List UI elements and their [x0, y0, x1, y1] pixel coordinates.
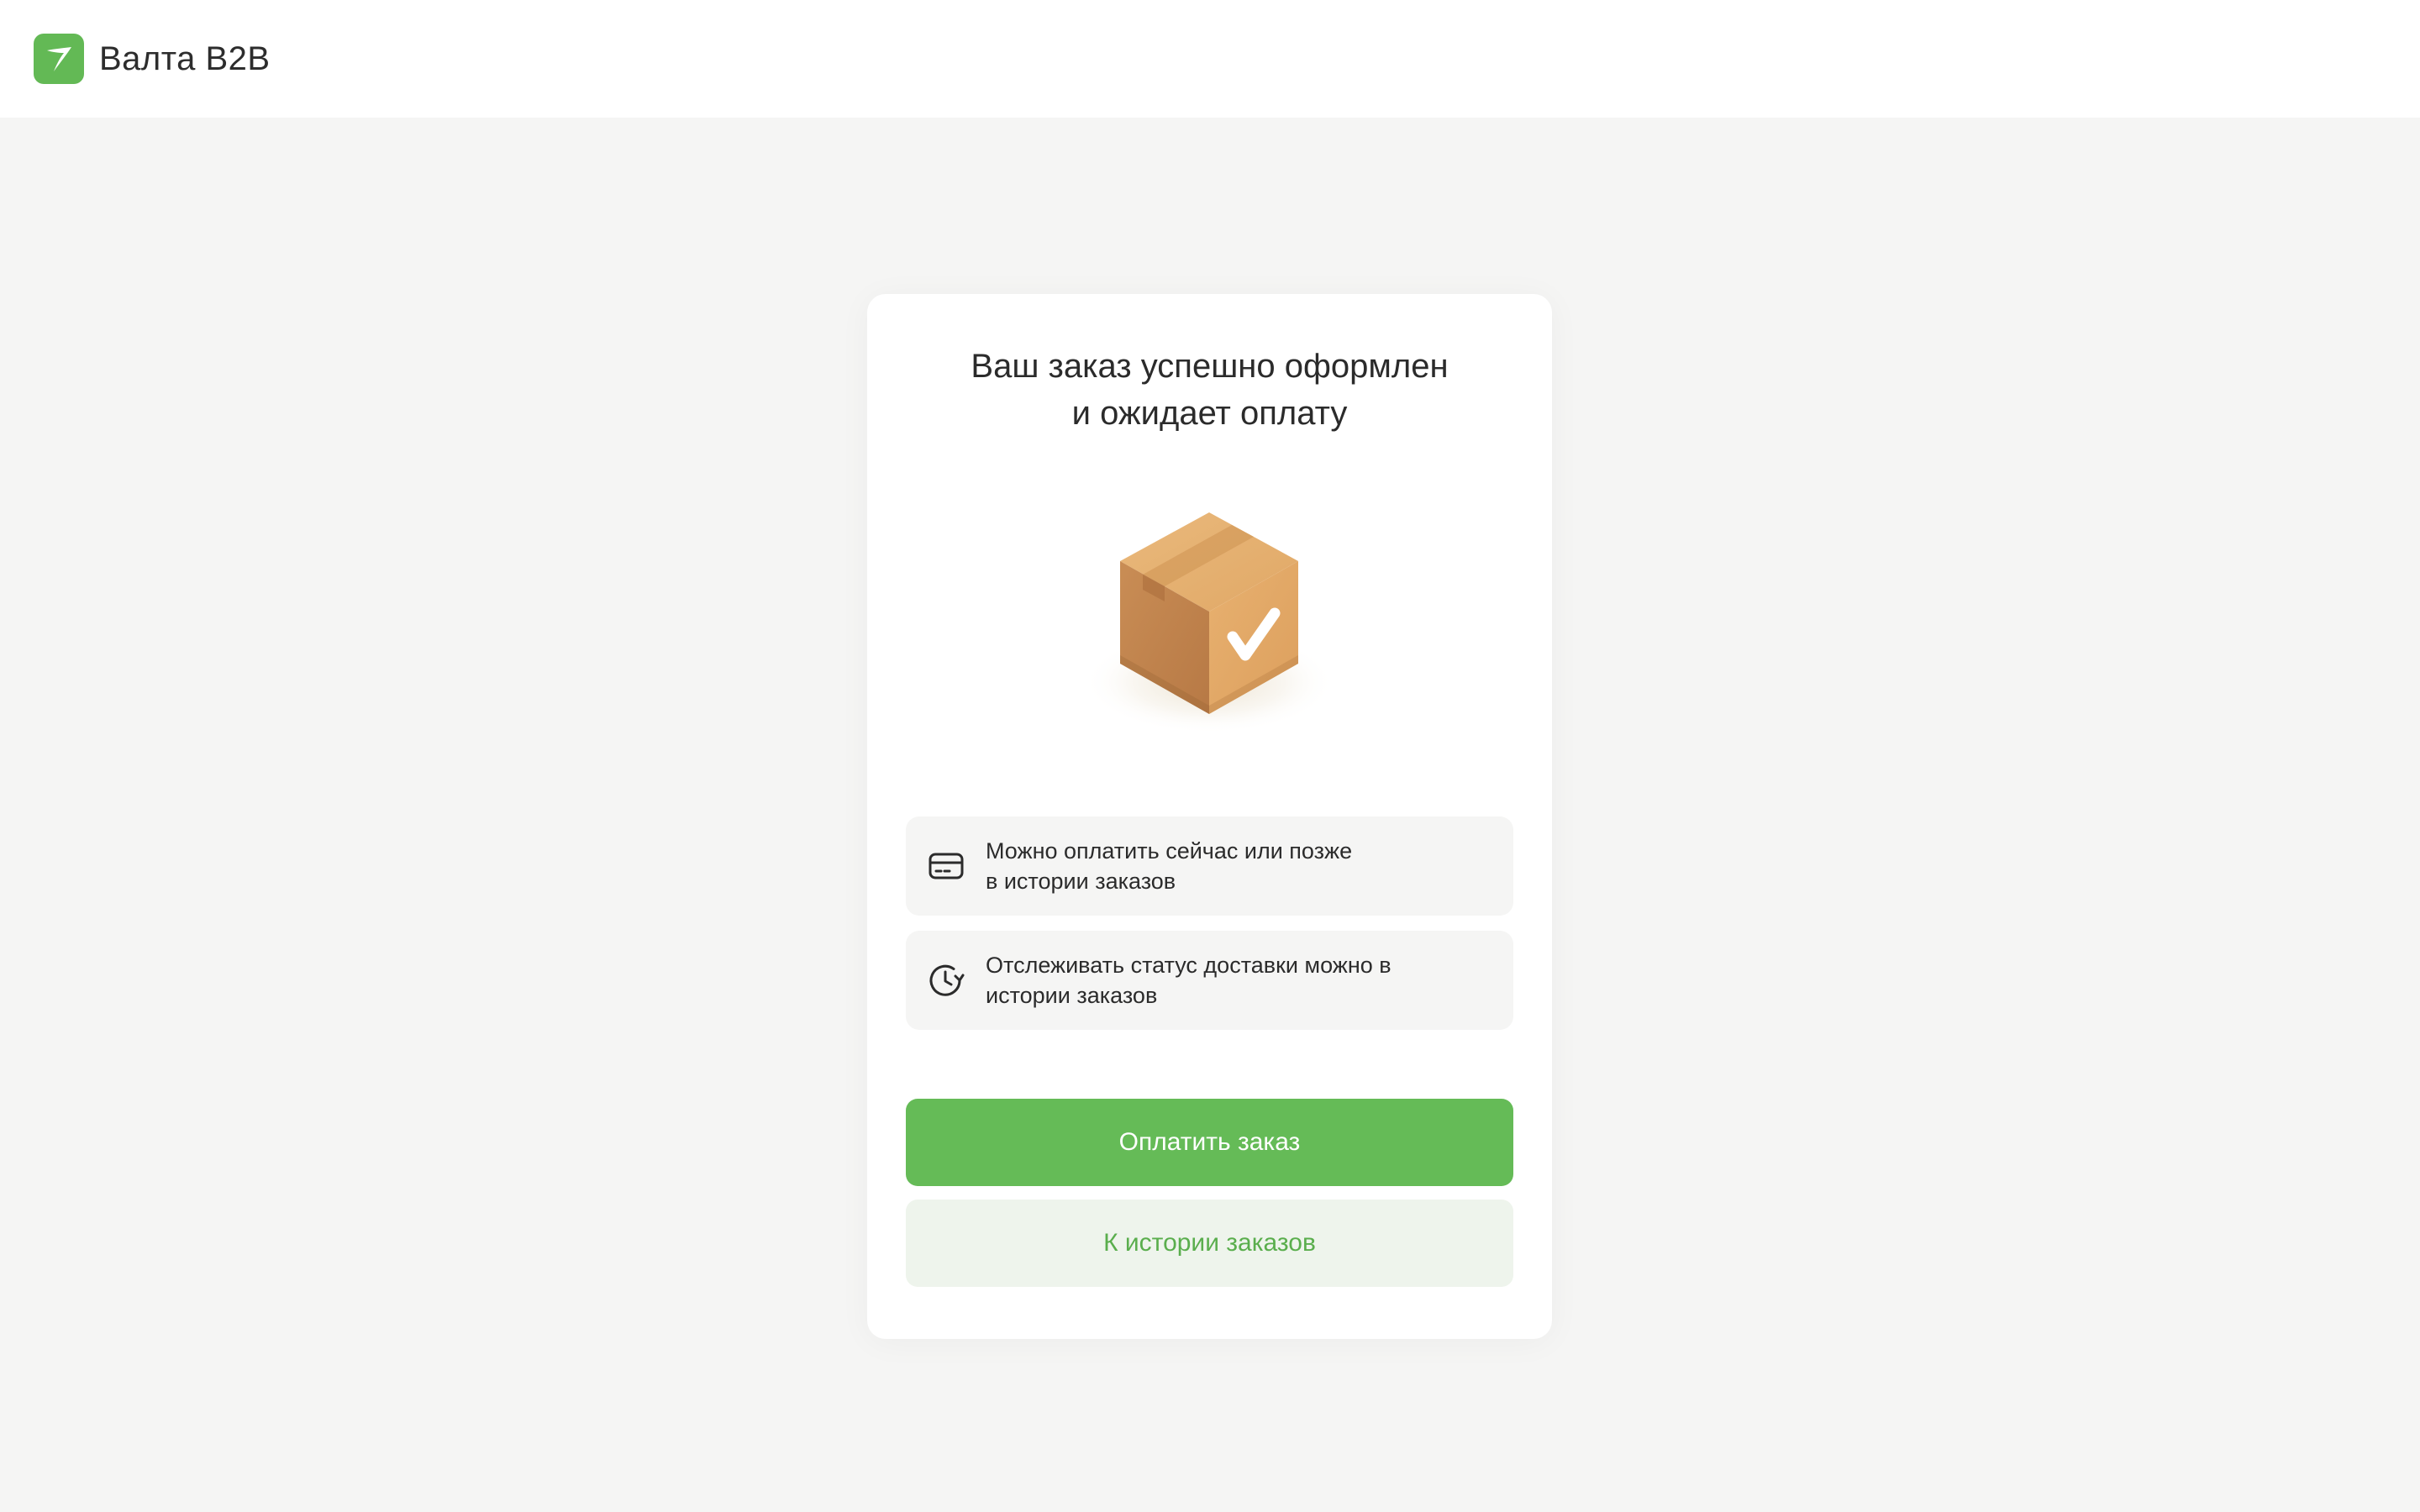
pay-order-button[interactable]: Оплатить заказ [906, 1099, 1513, 1186]
info-pay-later: Можно оплатить сейчас или позже в истори… [906, 816, 1513, 916]
info-pay-later-text: Можно оплатить сейчас или позже в истори… [986, 836, 1352, 896]
package-check-icon [1075, 496, 1344, 748]
credit-card-icon [926, 846, 966, 886]
top-header: Валта B2B [0, 0, 2420, 118]
info-line: в истории заказов [986, 869, 1176, 894]
brand-name[interactable]: Валта B2B [99, 40, 271, 78]
info-line: истории заказов [986, 983, 1158, 1008]
info-line: Можно оплатить сейчас или позже [986, 838, 1353, 864]
order-success-card: Ваш заказ успешно оформлен и ожидает опл… [867, 294, 1552, 1339]
info-track-delivery-text: Отслеживать статус доставки можно в исто… [986, 950, 1392, 1011]
order-history-button[interactable]: К истории заказов [906, 1200, 1513, 1287]
valta-logo-icon[interactable] [34, 34, 84, 84]
info-line: Отслеживать статус доставки можно в [986, 953, 1392, 978]
page-title: Ваш заказ успешно оформлен и ожидает опл… [867, 343, 1552, 437]
info-track-delivery: Отслеживать статус доставки можно в исто… [906, 931, 1513, 1030]
title-line-1: Ваш заказ успешно оформлен [971, 348, 1449, 385]
title-line-2: и ожидает оплату [1071, 395, 1348, 432]
clock-refresh-icon [926, 960, 966, 1000]
